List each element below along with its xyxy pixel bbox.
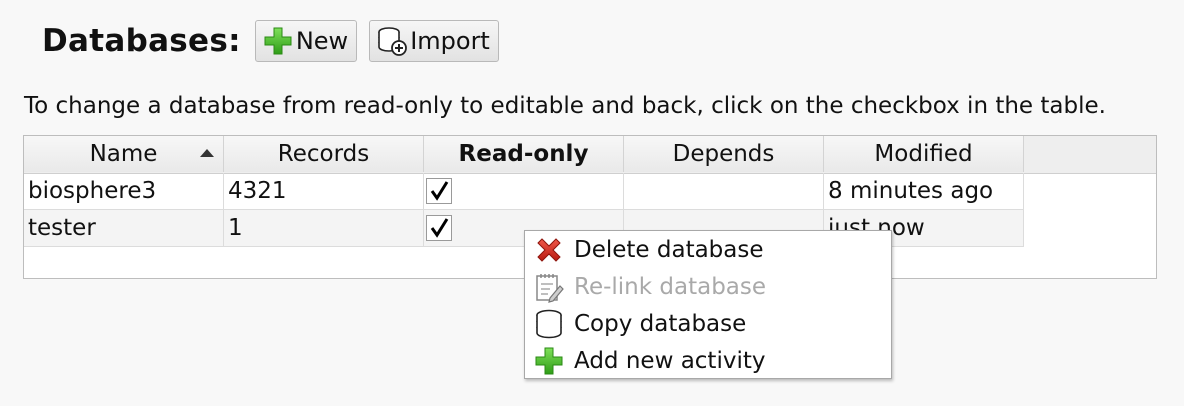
add-icon	[262, 25, 294, 57]
menu-item-label: Delete database	[574, 236, 764, 263]
read-only-checkbox[interactable]	[426, 215, 452, 241]
add-icon	[533, 345, 565, 377]
menu-item-delete-database[interactable]: Delete database	[525, 231, 891, 268]
cell-read-only[interactable]	[424, 173, 624, 210]
cell-name[interactable]: tester	[24, 210, 224, 247]
column-header-modified[interactable]: Modified	[824, 136, 1024, 172]
import-database-label: Import	[410, 27, 490, 55]
checkmark-icon	[430, 181, 449, 201]
cell-records[interactable]: 1	[224, 210, 424, 247]
context-menu: Delete database Re-link database Copy da…	[524, 230, 892, 379]
column-header-name[interactable]: Name	[24, 136, 224, 172]
databases-panel: Databases: New Import To change a databa…	[0, 0, 1184, 406]
menu-item-add-new-activity[interactable]: Add new activity	[525, 342, 891, 379]
table-row[interactable]: biosphere3 4321 8 minutes ago	[24, 173, 1024, 210]
menu-item-relink-database[interactable]: Re-link database	[525, 268, 891, 305]
new-database-label: New	[295, 27, 349, 55]
menu-item-copy-database[interactable]: Copy database	[525, 305, 891, 342]
menu-item-label: Re-link database	[574, 273, 767, 300]
database-icon	[533, 308, 565, 340]
cell-modified[interactable]: 8 minutes ago	[824, 173, 1024, 210]
menu-item-label: Copy database	[574, 310, 747, 337]
delete-icon	[533, 234, 565, 266]
column-header-records[interactable]: Records	[224, 136, 424, 172]
page-title: Databases:	[42, 23, 241, 59]
column-header-read-only[interactable]: Read-only	[424, 136, 624, 172]
relink-icon	[533, 271, 565, 303]
read-only-checkbox[interactable]	[426, 178, 452, 204]
readonly-hint-text: To change a database from read-only to e…	[24, 93, 1106, 119]
menu-item-label: Add new activity	[574, 347, 766, 374]
checkmark-icon	[430, 218, 449, 238]
sort-ascending-icon	[200, 149, 214, 157]
databases-header: Databases: New Import	[42, 20, 511, 62]
table-header: Name Records Read-only Depends Modified	[24, 136, 1156, 174]
cell-records[interactable]: 4321	[224, 173, 424, 210]
new-database-button[interactable]: New	[254, 20, 358, 62]
column-header-depends[interactable]: Depends	[624, 136, 824, 172]
cell-depends[interactable]	[624, 173, 824, 210]
database-import-icon	[376, 25, 408, 57]
cell-name[interactable]: biosphere3	[24, 173, 224, 210]
import-database-button[interactable]: Import	[369, 20, 499, 62]
